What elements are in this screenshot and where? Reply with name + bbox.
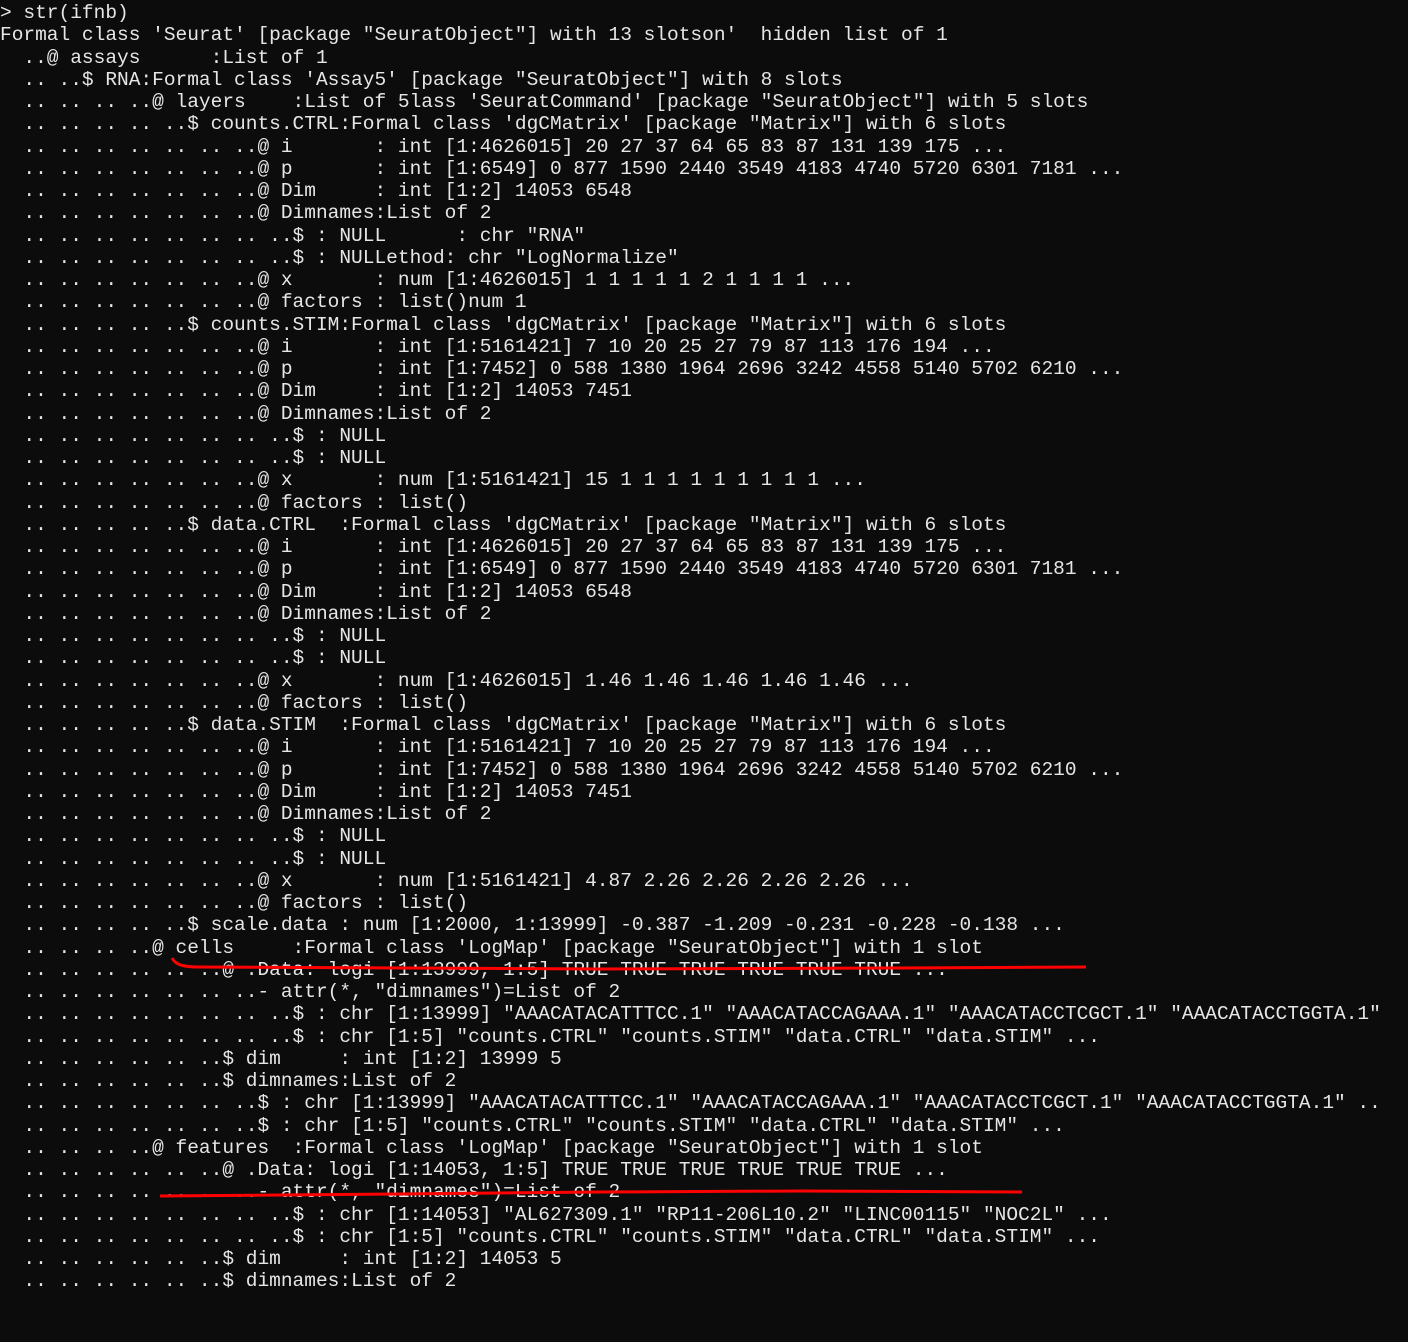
output-line: .. .. .. .. .. .. ..@ factors : list() xyxy=(0,691,469,714)
output-line: .. .. .. ..@ features :Formal class 'Log… xyxy=(0,1136,983,1159)
output-line: .. .. .. .. .. ..$ dim : int [1:2] 13999… xyxy=(0,1047,562,1070)
output-line: .. .. .. .. .. .. ..- attr(*, "dimnames"… xyxy=(0,1181,621,1204)
output-line: .. .. .. .. .. .. ..@ x : num [1:4626015… xyxy=(0,669,913,692)
output-line: .. .. .. .. .. .. .. ..$ : NULL xyxy=(0,825,387,848)
output-line: .. .. .. .. .. .. ..@ factors : list() xyxy=(0,491,469,514)
output-line: .. .. .. .. .. ..$ dim : int [1:2] 14053… xyxy=(0,1248,562,1270)
output-line: .. .. .. .. .. .. .. ..$ : chr [1:5] "co… xyxy=(0,1025,1100,1048)
output-line: Formal class 'Seurat' [package "SeuratOb… xyxy=(0,24,948,47)
output-line: .. .. .. .. ..$ counts.STIM:Formal class… xyxy=(0,313,1007,336)
output-line: .. .. .. .. .. .. ..@ Dim : int [1:2] 14… xyxy=(0,780,632,803)
output-line: .. .. .. .. .. .. .. ..$ : NULL xyxy=(0,847,387,870)
output-line: .. .. .. .. .. .. .. ..$ : chr [1:13999]… xyxy=(0,1003,1381,1026)
output-line: .. .. .. .. .. .. ..$ : chr [1:13999] "A… xyxy=(0,1092,1381,1115)
output-line: .. .. .. .. .. .. .. ..$ : NULL xyxy=(0,625,387,647)
output-line: .. .. .. .. .. .. ..@ Dimnames:List of 2 xyxy=(0,803,492,825)
output-line: .. .. .. .. .. ..@ .Data: logi [1:13999,… xyxy=(0,958,948,981)
output-line: .. .. .. .. .. .. ..@ p : int [1:7452] 0… xyxy=(0,358,1124,380)
output-line: .. .. .. .. .. .. ..@ i : int [1:4626015… xyxy=(0,536,1007,558)
output-line: .. .. .. .. .. .. .. ..$ : NULL xyxy=(0,424,387,447)
output-line: .. .. .. .. .. .. .. ..$ : NULL : chr "R… xyxy=(0,224,586,247)
output-line: .. .. .. .. .. .. .. ..$ : NULL xyxy=(0,647,387,670)
output-line: .. .. .. .. .. .. ..@ Dim : int [1:2] 14… xyxy=(0,580,632,603)
output-line: .. .. .. .. .. ..@ .Data: logi [1:14053,… xyxy=(0,1159,948,1181)
output-line: .. .. .. .. .. .. ..@ i : int [1:4626015… xyxy=(0,135,1007,158)
output-line: .. .. .. .. .. .. ..@ Dim : int [1:2] 14… xyxy=(0,380,632,403)
output-line: .. .. .. .. .. .. ..@ p : int [1:6549] 0… xyxy=(0,157,1124,180)
output-line: .. .. .. .. .. ..$ dimnames:List of 2 xyxy=(0,1270,457,1293)
output-line: .. .. .. .. .. .. .. ..$ : NULL xyxy=(0,447,387,469)
output-line: .. .. .. ..@ layers :List of 5lass 'Seur… xyxy=(0,91,1089,113)
output-line: .. .. .. .. .. .. ..@ p : int [1:6549] 0… xyxy=(0,558,1124,581)
output-line: .. .. .. .. .. .. ..- attr(*, "dimnames"… xyxy=(0,981,621,1003)
output-line: ..@ assays :List of 1 xyxy=(0,46,328,69)
output-line: .. .. .. .. .. .. ..@ Dimnames:List of 2 xyxy=(0,602,492,625)
output-line: .. .. .. .. .. .. ..@ i : int [1:5161421… xyxy=(0,736,995,759)
output-line: .. .. .. .. .. ..$ dimnames:List of 2 xyxy=(0,1070,457,1092)
output-line: .. .. .. .. ..$ data.CTRL :Formal class … xyxy=(0,513,1007,536)
output-line: .. .. .. .. .. .. .. ..$ : chr [1:5] "co… xyxy=(0,1225,1100,1248)
output-line: .. .. .. .. .. .. ..@ x : num [1:5161421… xyxy=(0,469,866,492)
output-line: .. .. .. .. .. .. .. ..$ : chr [1:14053]… xyxy=(0,1203,1112,1226)
output-line: .. .. .. ..@ cells :Formal class 'LogMap… xyxy=(0,936,983,959)
output-line: .. ..$ RNA:Formal class 'Assay5' [packag… xyxy=(0,68,843,91)
output-line: .. .. .. .. ..$ data.STIM :Formal class … xyxy=(0,714,1007,736)
output-line: .. .. .. .. ..$ scale.data : num [1:2000… xyxy=(0,914,1065,937)
output-line: .. .. .. .. .. .. ..@ x : num [1:5161421… xyxy=(0,869,913,892)
output-line: .. .. .. .. .. .. ..@ i : int [1:5161421… xyxy=(0,335,995,358)
output-line: .. .. .. .. ..$ counts.CTRL:Formal class… xyxy=(0,113,1007,136)
output-line: .. .. .. .. .. .. ..@ factors : list()nu… xyxy=(0,291,527,314)
output-line: .. .. .. .. .. .. ..@ x : num [1:4626015… xyxy=(0,269,855,291)
output-line: .. .. .. .. .. .. ..@ Dimnames:List of 2 xyxy=(0,202,492,225)
terminal-output[interactable]: > str(ifnb) Formal class 'Seurat' [packag… xyxy=(0,2,1408,1293)
output-line: .. .. .. .. .. .. .. ..$ : NULLethod: ch… xyxy=(0,246,679,269)
output-line: .. .. .. .. .. .. ..@ Dimnames:List of 2 xyxy=(0,402,492,425)
output-line: .. .. .. .. .. .. ..$ : chr [1:5] "count… xyxy=(0,1114,1065,1137)
output-line: .. .. .. .. .. .. ..@ p : int [1:7452] 0… xyxy=(0,758,1124,781)
output-line: .. .. .. .. .. .. ..@ Dim : int [1:2] 14… xyxy=(0,180,632,202)
output-line: .. .. .. .. .. .. ..@ factors : list() xyxy=(0,892,469,914)
command-line: > str(ifnb) xyxy=(0,2,129,24)
